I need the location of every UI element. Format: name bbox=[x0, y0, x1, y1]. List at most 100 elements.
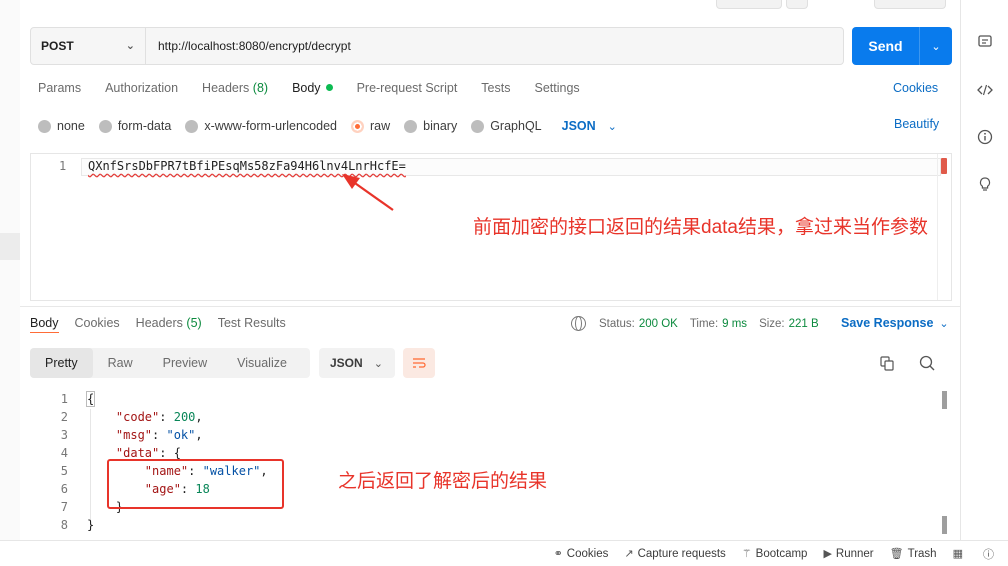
lightbulb-icon[interactable] bbox=[975, 174, 995, 194]
code-icon[interactable] bbox=[975, 80, 995, 100]
scrollbar-thumb[interactable] bbox=[942, 391, 947, 409]
method-label: POST bbox=[41, 39, 74, 53]
info-icon[interactable] bbox=[975, 127, 995, 147]
scrollbar-thumb-bottom[interactable] bbox=[942, 516, 947, 534]
radio-selected-icon bbox=[351, 119, 364, 133]
radio-icon bbox=[185, 119, 199, 133]
save-response-button[interactable]: Save Response ⌄ bbox=[841, 316, 949, 330]
resp-tab-test-results[interactable]: Test Results bbox=[218, 316, 286, 333]
method-select[interactable]: POST ⌄ bbox=[31, 28, 146, 64]
footer-cookies[interactable]: ⚭ Cookies bbox=[553, 547, 609, 561]
view-tab-visualize[interactable]: Visualize bbox=[222, 348, 302, 378]
tab-settings[interactable]: Settings bbox=[534, 81, 579, 99]
line-number: 7 bbox=[60, 500, 68, 514]
footer-runner[interactable]: ▶ Runner bbox=[823, 547, 873, 561]
response-view-tabs: Pretty Raw Preview Visualize bbox=[30, 348, 310, 378]
line-number: 2 bbox=[60, 410, 68, 424]
footer-bootcamp[interactable]: ⚚ Bootcamp bbox=[741, 547, 808, 561]
radio-icon bbox=[471, 119, 485, 133]
chevron-down-icon: ⌄ bbox=[607, 120, 617, 133]
send-button[interactable]: Send ⌄ bbox=[852, 27, 952, 65]
top-toolbar-partial bbox=[716, 0, 956, 9]
left-gutter bbox=[0, 0, 20, 540]
annotation-highlight-box bbox=[107, 459, 284, 509]
tab-params[interactable]: Params bbox=[38, 81, 81, 99]
headers-count: (8) bbox=[252, 81, 269, 95]
top-button-partial[interactable] bbox=[716, 0, 782, 9]
resp-tab-headers[interactable]: Headers (5) bbox=[136, 316, 202, 333]
tab-headers[interactable]: Headers (8) bbox=[202, 81, 268, 99]
request-tabs: Params Authorization Headers (8) Body Pr… bbox=[38, 81, 604, 99]
top-button-partial-2[interactable] bbox=[786, 0, 808, 9]
body-type-selector: none form-data x-www-form-urlencoded raw… bbox=[38, 117, 617, 135]
radio-binary[interactable]: binary bbox=[404, 119, 457, 133]
response-status: Status: 200 OK Time: 9 ms Size: 221 B bbox=[571, 316, 831, 331]
code-line: } bbox=[87, 518, 95, 532]
radio-raw[interactable]: raw bbox=[351, 119, 390, 133]
resp-headers-count: (5) bbox=[186, 316, 202, 330]
line-number: 5 bbox=[60, 464, 68, 478]
response-scrollbar[interactable] bbox=[940, 389, 948, 537]
code-line: "data": { bbox=[115, 446, 181, 460]
size-value: 221 B bbox=[788, 317, 819, 330]
runner-icon: ▶ bbox=[823, 548, 832, 560]
annotation-request-note: 前面加密的接口返回的结果data结果，拿过来当作参数 bbox=[473, 217, 928, 238]
code-line: "code": 200, bbox=[115, 410, 203, 424]
right-sidebar bbox=[960, 0, 1008, 540]
line-number: 4 bbox=[60, 446, 68, 460]
radio-icon bbox=[404, 119, 418, 133]
line-number: 3 bbox=[60, 428, 68, 442]
editor-scrollbar[interactable] bbox=[937, 154, 951, 300]
url-input[interactable] bbox=[146, 28, 843, 64]
request-url-bar: POST ⌄ bbox=[30, 27, 844, 65]
bootcamp-icon: ⚚ bbox=[741, 548, 752, 560]
chevron-down-icon: ⌄ bbox=[939, 318, 949, 330]
search-icon[interactable] bbox=[919, 355, 935, 371]
top-button-partial-3[interactable] bbox=[874, 0, 946, 9]
help-icon[interactable]: ⓘ bbox=[983, 546, 998, 562]
radio-icon bbox=[38, 119, 51, 133]
trash-icon: 🗑 bbox=[889, 548, 904, 560]
globe-icon[interactable] bbox=[571, 316, 586, 331]
response-tabs: Body Cookies Headers (5) Test Results bbox=[30, 316, 302, 333]
resp-tab-cookies[interactable]: Cookies bbox=[75, 316, 120, 333]
view-tab-pretty[interactable]: Pretty bbox=[30, 348, 93, 378]
tab-tests[interactable]: Tests bbox=[481, 81, 510, 99]
view-tab-raw[interactable]: Raw bbox=[93, 348, 148, 378]
scrollbar-marker bbox=[941, 158, 947, 174]
chevron-down-icon: ⌄ bbox=[125, 40, 135, 52]
pane-divider[interactable] bbox=[20, 306, 960, 307]
cookie-icon: ⚭ bbox=[553, 548, 563, 560]
line-number: 1 bbox=[60, 392, 68, 406]
chevron-down-icon: ⌄ bbox=[373, 358, 383, 370]
view-tab-preview[interactable]: Preview bbox=[148, 348, 222, 378]
footer-trash[interactable]: 🗑 Trash bbox=[889, 547, 937, 561]
tab-authorization[interactable]: Authorization bbox=[105, 81, 178, 99]
annotation-response-note: 之后返回了解密后的结果 bbox=[338, 471, 548, 492]
cookies-link[interactable]: Cookies bbox=[893, 81, 938, 95]
resp-tab-body[interactable]: Body bbox=[30, 316, 59, 333]
radio-graphql[interactable]: GraphQL bbox=[471, 119, 542, 133]
beautify-link[interactable]: Beautify bbox=[894, 117, 939, 131]
radio-none[interactable]: none bbox=[38, 119, 85, 133]
send-dropdown-chevron-icon[interactable]: ⌄ bbox=[920, 27, 952, 65]
wrap-lines-button[interactable] bbox=[403, 348, 435, 378]
radio-x-www-form-urlencoded[interactable]: x-www-form-urlencoded bbox=[185, 119, 337, 133]
copy-icon[interactable] bbox=[880, 356, 894, 371]
code-line: { bbox=[87, 392, 95, 406]
line-number: 1 bbox=[59, 159, 67, 173]
status-value: 200 OK bbox=[638, 317, 678, 330]
comments-icon[interactable] bbox=[975, 32, 995, 52]
tab-pre-request-script[interactable]: Pre-request Script bbox=[357, 81, 458, 99]
send-label: Send bbox=[852, 27, 920, 65]
body-format-dropdown[interactable]: JSON ⌄ bbox=[562, 119, 617, 133]
line-number: 6 bbox=[60, 482, 68, 496]
response-format-dropdown[interactable]: JSON ⌄ bbox=[319, 348, 395, 378]
request-body-text[interactable]: QXnfSrsDbFPR7tBfiPEsqMs58zFa94H6lnv4LnrH… bbox=[88, 159, 406, 173]
left-gutter-stripe bbox=[0, 233, 20, 260]
tab-body[interactable]: Body bbox=[292, 81, 333, 99]
radio-form-data[interactable]: form-data bbox=[98, 119, 171, 133]
footer-capture-requests[interactable]: ↗ Capture requests bbox=[624, 547, 725, 561]
capture-icon: ↗ bbox=[624, 548, 634, 560]
two-pane-icon[interactable]: ▦ bbox=[953, 547, 967, 560]
